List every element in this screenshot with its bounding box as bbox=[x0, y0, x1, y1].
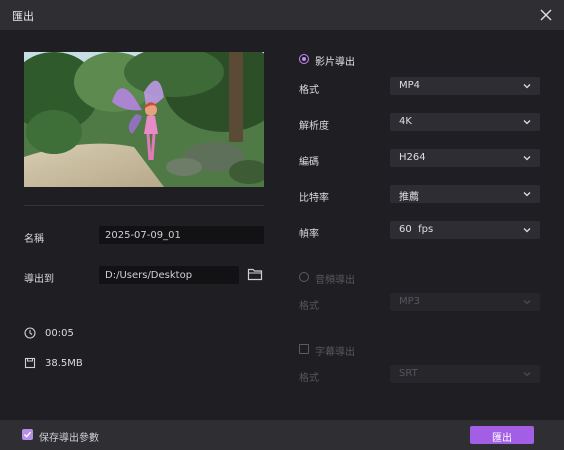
close-icon[interactable] bbox=[536, 5, 556, 25]
folder-icon[interactable] bbox=[247, 267, 263, 281]
export-button[interactable]: 匯出 bbox=[470, 426, 534, 444]
title-bar: 匯出 bbox=[0, 0, 564, 30]
audio-export-radio[interactable] bbox=[299, 272, 309, 282]
name-label: 名稱 bbox=[24, 234, 44, 245]
chevron-down-icon bbox=[522, 81, 532, 91]
file-size-icon bbox=[24, 357, 36, 369]
chevron-down-icon bbox=[522, 117, 532, 127]
audio-export-label: 音頻導出 bbox=[315, 275, 355, 286]
window-title: 匯出 bbox=[12, 10, 34, 23]
save-params-label: 保存導出參數 bbox=[39, 433, 99, 444]
section-divider bbox=[24, 205, 264, 206]
codec-label: 編碼 bbox=[299, 157, 319, 168]
duration-value: 00:05 bbox=[45, 328, 74, 339]
export-to-label: 導出到 bbox=[24, 274, 54, 285]
subtitle-export-checkbox[interactable] bbox=[299, 344, 309, 354]
save-params-checkbox[interactable] bbox=[22, 429, 33, 440]
audio-format-label: 格式 bbox=[299, 301, 319, 312]
chevron-down-icon bbox=[522, 153, 532, 163]
video-format-select[interactable]: MP4 bbox=[390, 77, 540, 95]
subtitle-format-select[interactable]: SRT bbox=[390, 365, 540, 383]
framerate-select[interactable]: 60 fps bbox=[390, 221, 540, 239]
resolution-value: 4K bbox=[399, 116, 412, 127]
format-label: 格式 bbox=[299, 85, 319, 96]
subtitle-format-label: 格式 bbox=[299, 373, 319, 384]
clock-icon bbox=[24, 327, 36, 339]
framerate-label: 幀率 bbox=[299, 229, 319, 240]
resolution-select[interactable]: 4K bbox=[390, 113, 540, 131]
export-path-field[interactable]: D:/Users/Desktop bbox=[99, 266, 239, 284]
video-export-label: 影片導出 bbox=[315, 57, 355, 68]
bitrate-label: 比特率 bbox=[299, 193, 329, 204]
audio-format-value: MP3 bbox=[399, 296, 421, 307]
dialog-footer: 保存導出參數 匯出 bbox=[0, 420, 564, 450]
framerate-value: 60 fps bbox=[399, 224, 434, 235]
name-input[interactable]: 2025-07-09_01 bbox=[99, 226, 264, 244]
chevron-down-icon bbox=[522, 297, 532, 307]
codec-value: H264 bbox=[399, 152, 426, 163]
bitrate-value: 推薦 bbox=[399, 192, 419, 203]
subtitle-export-label: 字幕導出 bbox=[315, 347, 355, 358]
dialog-body: 名稱 2025-07-09_01 導出到 D:/Users/Desktop 00… bbox=[0, 30, 564, 420]
chevron-down-icon bbox=[522, 225, 532, 235]
resolution-label: 解析度 bbox=[299, 121, 329, 132]
video-preview-thumbnail bbox=[24, 52, 264, 187]
video-format-value: MP4 bbox=[399, 80, 421, 91]
chevron-down-icon bbox=[522, 189, 532, 199]
chevron-down-icon bbox=[522, 369, 532, 379]
video-export-radio[interactable] bbox=[299, 54, 309, 64]
file-size-value: 38.5MB bbox=[45, 358, 83, 369]
codec-select[interactable]: H264 bbox=[390, 149, 540, 167]
subtitle-format-value: SRT bbox=[399, 368, 418, 379]
bitrate-select[interactable]: 推薦 bbox=[390, 185, 540, 203]
audio-format-select[interactable]: MP3 bbox=[390, 293, 540, 311]
